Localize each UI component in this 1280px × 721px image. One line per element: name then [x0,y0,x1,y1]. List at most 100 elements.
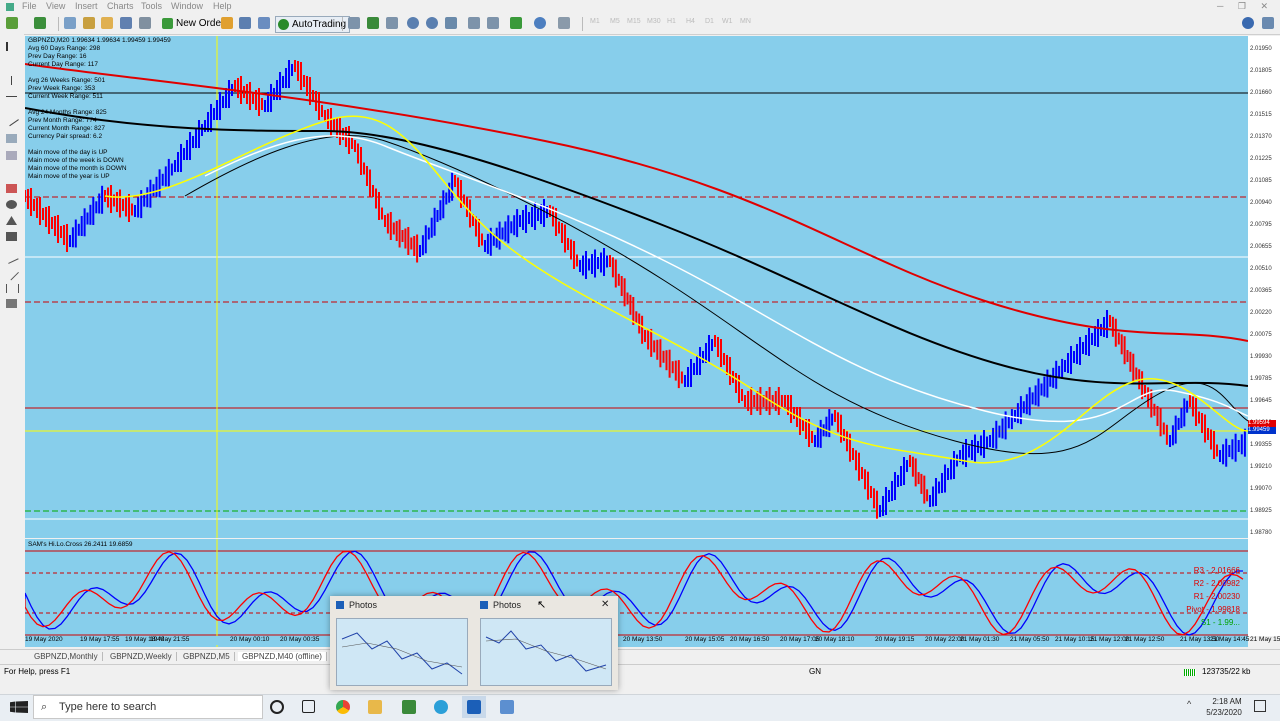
new-chart-icon[interactable] [6,17,18,29]
status-bar: For Help, press F1 GN 123735/22 kb [0,664,1280,679]
profiles-icon[interactable] [34,17,46,29]
text-icon[interactable] [6,167,17,176]
templates-icon[interactable] [558,17,570,29]
metaeditor-icon[interactable] [221,17,233,29]
chart-shift-icon[interactable] [468,17,480,29]
price-scale[interactable]: 2.01950 2.01805 2.01660 2.01515 2.01370 2.012… [1248,36,1280,636]
price-label: 2.01515 [1250,112,1272,118]
file-explorer-icon[interactable] [368,700,382,714]
notification-icon[interactable] [1254,700,1266,712]
cycle-lines-icon[interactable] [6,284,19,293]
channel-icon[interactable] [6,134,17,143]
periods-icon[interactable] [534,17,546,29]
price-label: 1.98780 [1250,530,1272,536]
photos-icon[interactable] [467,700,481,714]
tray-chevron-icon[interactable]: ^ [1187,699,1191,709]
preview-title-2[interactable]: Photos [493,600,521,610]
menu-help[interactable]: Help [213,1,232,11]
trendline-icon[interactable] [4,111,19,127]
timeframe-m1[interactable]: M1 [590,18,600,25]
indicators-icon[interactable] [510,17,522,29]
timeframe-h1[interactable]: H1 [667,18,676,25]
price-label: 1.99355 [1250,442,1272,448]
chrome-icon[interactable] [336,700,350,714]
autotrading-button[interactable]: AutoTrading [275,16,351,33]
chat-icon[interactable] [1262,17,1274,29]
tab-gbpnzd-m5[interactable]: GBPNZD,M5 [179,652,235,661]
taskbar-search-box[interactable]: ⌕ Type here to search [33,695,263,719]
tab-gbpnzd-m40[interactable]: GBPNZD,M40 (offline) [238,652,327,661]
price-label: 2.00220 [1250,310,1272,316]
pitchfork-icon[interactable] [4,250,19,264]
autoscroll-icon[interactable] [487,17,499,29]
task-view-icon[interactable] [302,700,315,713]
pivot-level: R1 - 2.00230 [1193,592,1240,601]
price-chart-canvas[interactable] [25,36,1248,538]
navigator-icon[interactable] [101,17,113,29]
price-label: 2.00655 [1250,244,1272,250]
timeframe-mn[interactable]: MN [740,18,751,25]
triangle-icon[interactable] [6,216,17,225]
signals-icon[interactable] [239,17,251,29]
search-icon[interactable] [1242,17,1254,29]
timeframe-m30[interactable]: M30 [647,18,661,25]
menu-tools[interactable]: Tools [141,1,162,11]
window-controls[interactable]: ─ ❐ ✕ [1217,1,1274,12]
price-chart[interactable]: GBPNZD,M20 1.99634 1.99634 1.99459 1.994… [25,36,1248,538]
close-preview-button[interactable]: ✕ [601,599,609,610]
settings-icon[interactable] [500,700,514,714]
new-order-icon [162,18,173,29]
tab-gbpnzd-monthly[interactable]: GBPNZD,Monthly [30,652,103,661]
clock-time[interactable]: 2:18 AM [1208,697,1246,706]
fibonacci-icon[interactable] [6,151,17,160]
line-chart-icon[interactable] [386,17,398,29]
timeframe-d1[interactable]: D1 [705,18,714,25]
preview-thumbnail-1[interactable] [336,618,468,686]
gann-icon[interactable] [4,265,19,281]
arrow-icon[interactable] [6,299,17,308]
time-label: 21 May 15:55 [1250,636,1280,643]
bar-chart-icon[interactable] [348,17,360,29]
menu-charts[interactable]: Charts [107,1,134,11]
candlestick-icon[interactable] [367,17,379,29]
tile-windows-icon[interactable] [445,17,457,29]
preview-thumbnail-2[interactable] [480,618,612,686]
menu-view[interactable]: View [46,1,65,11]
timeframe-w1[interactable]: W1 [722,18,733,25]
market-icon[interactable] [258,17,270,29]
cortana-icon[interactable] [270,700,284,714]
new-order-label: New Order [176,18,225,29]
tab-gbpnzd-weekly[interactable]: GBPNZD,Weekly [106,652,177,661]
search-icon: ⌕ [41,701,48,713]
rectangle-icon[interactable] [6,232,17,241]
label-icon[interactable] [6,184,17,193]
terminal-icon[interactable] [120,17,132,29]
preview-title-1[interactable]: Photos [349,600,377,610]
menu-window[interactable]: Window [171,1,203,11]
horizontal-line-icon[interactable] [6,96,17,98]
metatrader-icon[interactable] [402,700,416,714]
clock-date[interactable]: 5/23/2020 [1202,708,1246,717]
market-watch-icon[interactable] [64,17,76,29]
zoom-out-icon[interactable] [426,17,438,29]
telegram-icon[interactable] [434,700,448,714]
crosshair-icon[interactable] [6,58,17,67]
time-label: 21 May 12:00 [1090,636,1130,643]
data-window-icon[interactable] [83,17,95,29]
time-label: 19 May 21:55 [150,636,190,643]
vertical-line-icon[interactable] [11,76,23,85]
time-label: 20 May 17:05 [780,636,820,643]
zoom-in-icon[interactable] [407,17,419,29]
menu-file[interactable]: File [22,1,37,11]
cursor-icon[interactable] [6,42,19,51]
tester-icon[interactable] [139,17,151,29]
price-label: 1.98925 [1250,508,1272,514]
ellipse-icon[interactable] [6,200,17,209]
menu-insert[interactable]: Insert [75,1,98,11]
timeframe-m15[interactable]: M15 [627,18,641,25]
indicator-canvas[interactable] [25,539,1248,647]
indicator-window[interactable]: SAM's Hi.Lo.Cross 26.2411 19.6859 R3 - 2… [25,539,1248,647]
new-order-button[interactable]: New Order [160,16,227,31]
timeframe-m5[interactable]: M5 [610,18,620,25]
timeframe-h4[interactable]: H4 [686,18,695,25]
